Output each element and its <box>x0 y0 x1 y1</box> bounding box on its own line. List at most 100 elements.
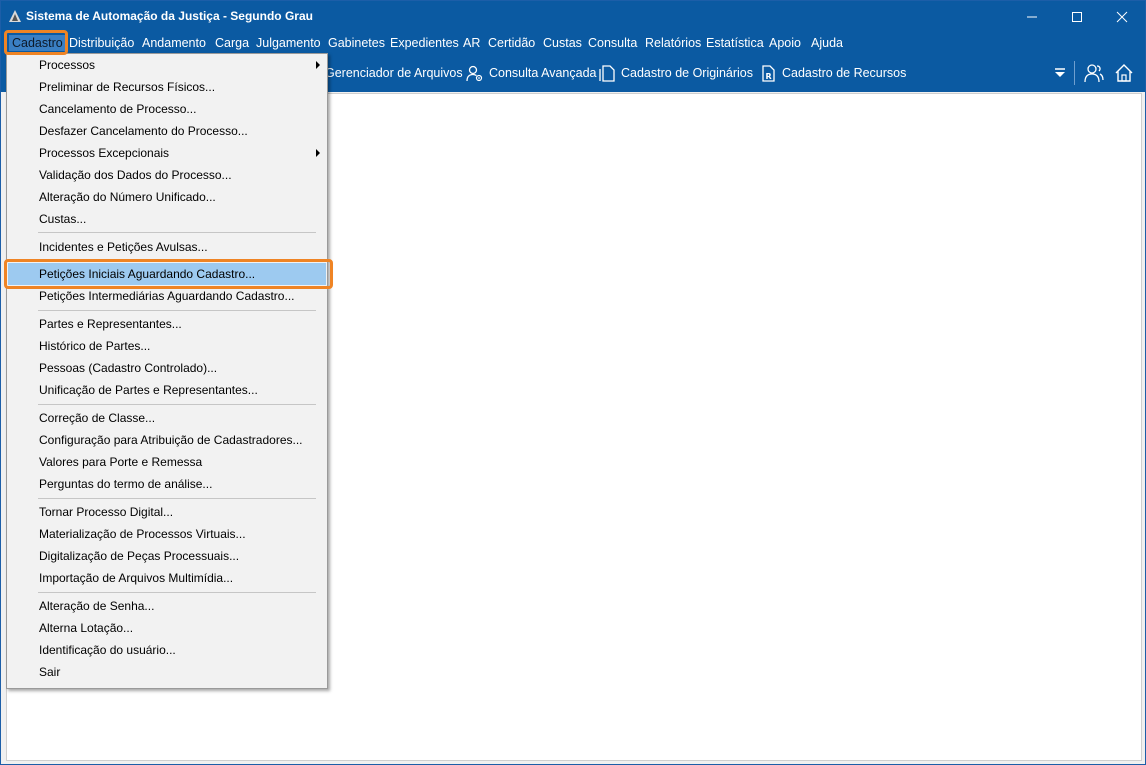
menu-item-label: Partes e Representantes... <box>39 317 182 331</box>
menu-item-tornar-digital[interactable]: Tornar Processo Digital... <box>8 501 326 523</box>
minimize-icon <box>1026 16 1037 17</box>
menu-certidao[interactable]: Certidão <box>488 35 535 51</box>
menu-item-label: Desfazer Cancelamento do Processo... <box>39 124 248 138</box>
menu-item-processos[interactable]: Processos <box>8 54 326 76</box>
submenu-arrow-icon <box>316 149 320 157</box>
menu-consulta[interactable]: Consulta <box>588 35 637 51</box>
menu-item-digitalizacao[interactable]: Digitalização de Peças Processuais... <box>8 545 326 567</box>
dropdown-caret-icon <box>1055 68 1065 77</box>
submenu-arrow-icon <box>316 61 320 69</box>
menu-gabinetes[interactable]: Gabinetes <box>328 35 385 51</box>
menu-ar[interactable]: AR <box>463 35 480 51</box>
menu-item-perguntas-termo[interactable]: Perguntas do termo de análise... <box>8 473 326 495</box>
menu-distribuicao[interactable]: Distribuição <box>69 35 134 51</box>
toolbar-consulta-label: Consulta Avançada <box>489 66 597 80</box>
menu-item-incidentes-peticoes[interactable]: Incidentes e Petições Avulsas... <box>8 236 326 258</box>
menu-item-desfazer-cancelamento[interactable]: Desfazer Cancelamento do Processo... <box>8 120 326 142</box>
toolbar-gerenciador-label: Gerenciador de Arquivos <box>325 66 463 80</box>
menu-item-label: Processos Excepcionais <box>39 146 170 160</box>
menu-item-valores-porte[interactable]: Valores para Porte e Remessa <box>8 451 326 473</box>
menu-item-label: Configuração para Atribuição de Cadastra… <box>39 433 303 447</box>
menu-item-label: Cancelamento de Processo... <box>39 102 197 116</box>
menu-item-materializacao[interactable]: Materialização de Processos Virtuais... <box>8 523 326 545</box>
toolbar-users-button[interactable] <box>1083 63 1110 83</box>
menu-item-label: Valores para Porte e Remessa <box>39 455 203 469</box>
menu-item-validacao-dados[interactable]: Validação dos Dados do Processo... <box>8 164 326 186</box>
toolbar-overflow-button[interactable] <box>1053 63 1072 83</box>
menu-item-partes-representantes[interactable]: Partes e Representantes... <box>8 313 326 335</box>
menu-item-preliminar-recursos[interactable]: Preliminar de Recursos Físicos... <box>8 76 326 98</box>
menu-separator <box>38 498 316 499</box>
menu-item-pessoas[interactable]: Pessoas (Cadastro Controlado)... <box>8 357 326 379</box>
menu-item-configuracao-cadastradores[interactable]: Configuração para Atribuição de Cadastra… <box>8 429 326 451</box>
toolbar-cadastro-originarios[interactable]: Cadastro de Originários <box>599 63 753 83</box>
menu-separator <box>38 310 316 311</box>
title-bar: Sistema de Automação da Justiça - Segund… <box>1 1 1145 32</box>
menu-item-label: Identificação do usuário... <box>39 643 176 657</box>
menu-julgamento[interactable]: Julgamento <box>256 35 321 51</box>
menu-item-label: Pessoas (Cadastro Controlado)... <box>39 361 218 375</box>
app-logo-icon <box>9 10 21 22</box>
menu-item-unificacao-partes[interactable]: Unificação de Partes e Representantes... <box>8 379 326 401</box>
menu-item-custas[interactable]: Custas... <box>8 208 326 230</box>
home-icon <box>1115 64 1133 82</box>
menu-expedientes[interactable]: Expedientes <box>390 35 459 51</box>
minimize-button[interactable] <box>1009 1 1054 32</box>
close-icon <box>1116 11 1127 22</box>
menu-item-label: Validação dos Dados do Processo... <box>39 168 232 182</box>
menu-custas[interactable]: Custas <box>543 35 582 51</box>
menu-andamento[interactable]: Andamento <box>142 35 206 51</box>
menu-separator <box>38 592 316 593</box>
toolbar-cadastro-recursos[interactable]: R Cadastro de Recursos <box>759 63 906 83</box>
toolbar-consulta-avancada[interactable]: Consulta Avançada <box>465 63 597 83</box>
menu-ajuda[interactable]: Ajuda <box>811 35 843 51</box>
toolbar-gerenciador-arquivos[interactable]: Gerenciador de Arquivos <box>325 63 463 83</box>
users-icon <box>1084 64 1104 83</box>
annotation-highlight-peticoes-iniciais <box>4 259 333 289</box>
toolbar-separator <box>1074 61 1075 85</box>
close-button[interactable] <box>1099 1 1144 32</box>
menu-apoio[interactable]: Apoio <box>769 35 801 51</box>
maximize-icon <box>1071 11 1082 22</box>
menu-relatorios[interactable]: Relatórios <box>645 35 701 51</box>
menu-item-label: Materialização de Processos Virtuais... <box>39 527 246 541</box>
menu-item-label: Alteração de Senha... <box>39 599 155 613</box>
menu-item-label: Tornar Processo Digital... <box>39 505 174 519</box>
toolbar-originarios-label: Cadastro de Originários <box>621 66 754 80</box>
menu-item-cancelamento-processo[interactable]: Cancelamento de Processo... <box>8 98 326 120</box>
document-r-icon: R <box>762 64 775 82</box>
window-title: Sistema de Automação da Justiça - Segund… <box>26 9 313 23</box>
menu-item-label: Digitalização de Peças Processuais... <box>39 549 240 563</box>
menu-item-label: Importação de Arquivos Multimídia... <box>39 571 234 585</box>
toolbar-recursos-label: Cadastro de Recursos <box>782 66 907 80</box>
menu-item-label: Preliminar de Recursos Físicos... <box>39 80 216 94</box>
menu-item-alteracao-numero[interactable]: Alteração do Número Unificado... <box>8 186 326 208</box>
menu-item-label: Incidentes e Petições Avulsas... <box>39 240 208 254</box>
menu-item-label: Processos <box>39 58 96 72</box>
menu-item-processos-excepcionais[interactable]: Processos Excepcionais <box>8 142 326 164</box>
svg-text:R: R <box>766 72 772 81</box>
toolbar-home-button[interactable] <box>1114 63 1139 83</box>
menu-item-alterna-lotacao[interactable]: Alterna Lotação... <box>8 617 326 639</box>
menu-item-label: Alterna Lotação... <box>39 621 134 635</box>
menu-item-label: Correção de Classe... <box>39 411 156 425</box>
menu-item-alteracao-senha[interactable]: Alteração de Senha... <box>8 595 326 617</box>
menu-item-historico-partes[interactable]: Histórico de Partes... <box>8 335 326 357</box>
user-search-icon <box>466 65 483 81</box>
menu-item-importacao-multimidia[interactable]: Importação de Arquivos Multimídia... <box>8 567 326 589</box>
menu-item-correcao-classe[interactable]: Correção de Classe... <box>8 407 326 429</box>
menu-item-label: Alteração do Número Unificado... <box>39 190 216 204</box>
menu-item-identificacao-usuario[interactable]: Identificação do usuário... <box>8 639 326 661</box>
menu-bar: Cadastro Distribuição Andamento Carga Ju… <box>1 32 1145 54</box>
menu-item-label: Unificação de Partes e Representantes... <box>39 383 258 397</box>
menu-separator <box>38 232 316 233</box>
maximize-button[interactable] <box>1054 1 1099 32</box>
menu-carga[interactable]: Carga <box>215 35 249 51</box>
menu-item-label: Sair <box>39 665 61 679</box>
menu-separator <box>38 404 316 405</box>
menu-item-label: Perguntas do termo de análise... <box>39 477 213 491</box>
menu-item-label: Custas... <box>39 212 87 226</box>
menu-item-label: Histórico de Partes... <box>39 339 151 353</box>
menu-estatistica[interactable]: Estatística <box>706 35 764 51</box>
menu-item-sair[interactable]: Sair <box>8 661 326 683</box>
